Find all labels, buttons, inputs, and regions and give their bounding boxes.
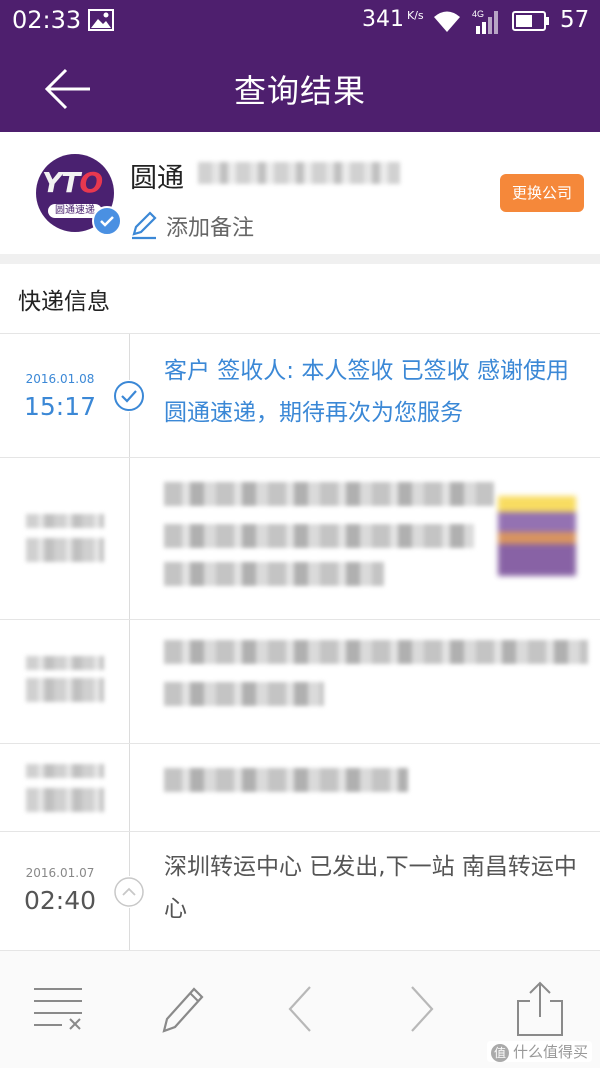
timeline-event: 2016.01.07 02:40 深圳转运中心 已发出,下一站 南昌转运中心 bbox=[0, 832, 600, 950]
event-time: 15:17 bbox=[23, 392, 97, 421]
event-text-redacted bbox=[164, 682, 324, 706]
watermark-logo-icon: 值 bbox=[490, 1043, 509, 1062]
signal-icon: 4G bbox=[472, 9, 498, 34]
net-speed: 341 bbox=[362, 7, 404, 32]
chevron-up-circle-icon bbox=[113, 876, 145, 908]
previous-icon[interactable] bbox=[272, 981, 332, 1037]
check-circle-icon bbox=[113, 380, 145, 412]
event-date-redacted bbox=[26, 656, 104, 670]
image-icon bbox=[88, 9, 114, 31]
watermark: 值什么值得买 bbox=[486, 1041, 592, 1062]
wifi-icon bbox=[434, 11, 460, 32]
event-text-redacted bbox=[164, 768, 408, 792]
timeline-event bbox=[0, 620, 600, 744]
svg-text:4G: 4G bbox=[472, 9, 484, 19]
clear-list-icon[interactable] bbox=[28, 981, 88, 1037]
event-time-redacted bbox=[26, 538, 104, 562]
event-text-redacted bbox=[164, 524, 474, 548]
timeline-event: 2016.01.08 15:17 客户 签收人: 本人签收 已签收 感谢使用圆通… bbox=[0, 334, 600, 458]
section-title: 快递信息 bbox=[18, 289, 110, 315]
event-text-redacted bbox=[164, 482, 494, 506]
tracking-timeline: 2016.01.08 15:17 客户 签收人: 本人签收 已签收 感谢使用圆通… bbox=[0, 334, 600, 950]
avatar-redacted bbox=[498, 496, 576, 576]
event-time-redacted bbox=[26, 788, 104, 812]
company-name: 圆通 bbox=[130, 163, 184, 194]
event-time: 02:40 bbox=[23, 886, 97, 915]
pencil-icon bbox=[132, 211, 157, 240]
battery-icon bbox=[512, 11, 549, 31]
section-gap bbox=[0, 254, 600, 264]
net-speed-unit: K/s bbox=[407, 9, 424, 22]
status-bar: 02:33 341 K/s 4G 57 bbox=[0, 0, 600, 44]
next-icon[interactable] bbox=[390, 981, 450, 1037]
watermark-text: 什么值得买 bbox=[512, 1043, 588, 1061]
event-date-redacted bbox=[26, 764, 104, 778]
event-text: 深圳转运中心 已发出,下一站 南昌转运中心 bbox=[164, 854, 577, 922]
verified-check-icon bbox=[92, 206, 122, 236]
event-text-redacted bbox=[164, 562, 384, 586]
event-text-redacted bbox=[164, 640, 588, 664]
event-text: 客户 签收人: 本人签收 已签收 感谢使用圆通速递，期待再次为您服务 bbox=[164, 358, 569, 426]
logo-text: YTO bbox=[42, 166, 103, 199]
edit-icon[interactable] bbox=[152, 981, 212, 1037]
event-date-redacted bbox=[26, 514, 104, 528]
bottom-toolbar: 值什么值得买 bbox=[0, 950, 600, 1068]
status-time: 02:33 bbox=[12, 6, 82, 34]
share-icon[interactable] bbox=[510, 981, 570, 1037]
battery-percent: 57 bbox=[560, 7, 590, 33]
event-date: 2016.01.07 bbox=[25, 866, 95, 880]
timeline-event bbox=[0, 744, 600, 832]
event-time-redacted bbox=[26, 678, 104, 702]
add-note-label: 添加备注 bbox=[166, 216, 255, 241]
event-date: 2016.01.08 bbox=[25, 372, 95, 386]
page-title: 查询结果 bbox=[233, 72, 366, 110]
tracking-number-redacted bbox=[198, 162, 400, 184]
title-bar: 查询结果 bbox=[0, 44, 600, 132]
change-company-button[interactable]: 更换公司 bbox=[500, 174, 584, 212]
company-card: YTO 圆通速递 圆通 添加备注 更换公司 bbox=[0, 132, 600, 254]
